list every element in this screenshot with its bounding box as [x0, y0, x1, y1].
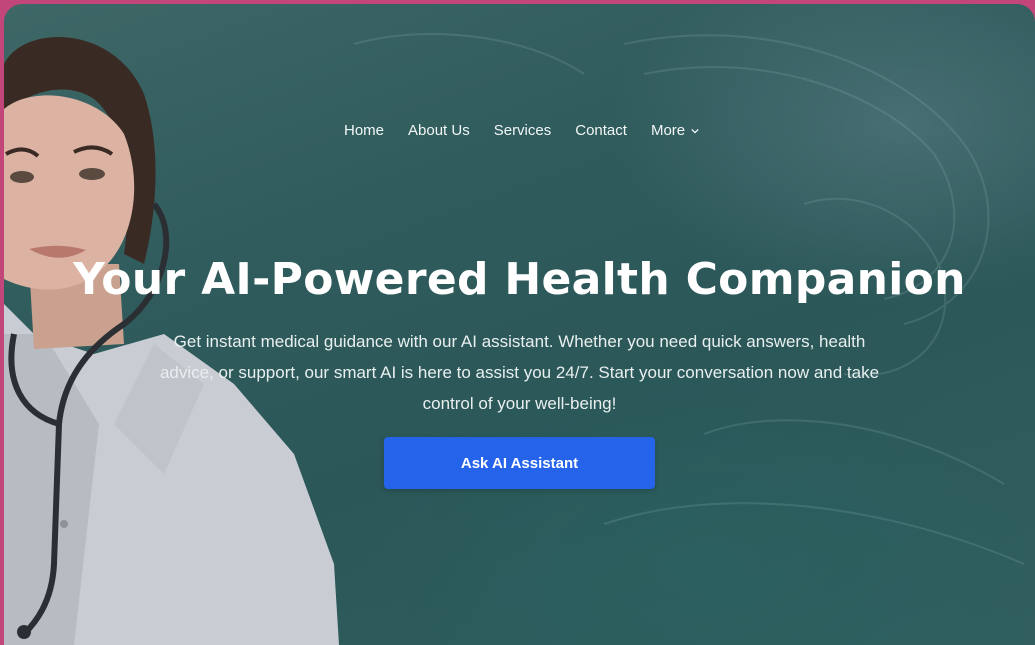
doctor-illustration: [4, 36, 339, 645]
nav-about-us[interactable]: About Us: [408, 122, 470, 139]
hero-section: Home About Us Services Contact More Your…: [4, 4, 1035, 645]
nav-more-dropdown[interactable]: More: [651, 122, 699, 139]
nav-contact[interactable]: Contact: [575, 122, 627, 139]
nav-home-label: Home: [344, 122, 385, 139]
hero-title: Your AI-Powered Health Companion: [73, 254, 966, 305]
nav-services-label: Services: [493, 122, 552, 139]
nav-contact-label: Contact: [575, 122, 627, 139]
main-nav: Home About Us Services Contact More: [344, 122, 699, 139]
ask-ai-assistant-button[interactable]: Ask AI Assistant: [384, 437, 655, 489]
nav-more-label: More: [650, 122, 686, 139]
nav-about-us-label: About Us: [408, 122, 470, 139]
chevron-down-icon: [691, 128, 699, 134]
hero-description: Get instant medical guidance with our AI…: [159, 332, 880, 413]
nav-services[interactable]: Services: [494, 122, 552, 139]
nav-home[interactable]: Home: [344, 122, 384, 139]
